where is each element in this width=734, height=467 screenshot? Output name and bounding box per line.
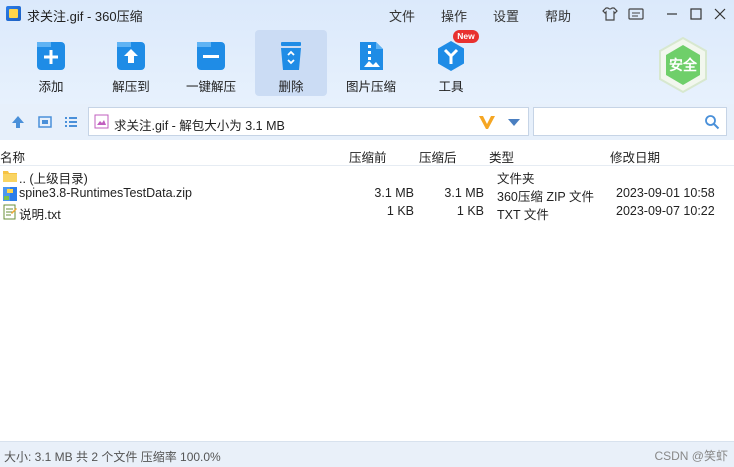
search-box[interactable] xyxy=(533,107,727,136)
file-unpacked-size: 1 KB xyxy=(456,204,484,218)
search-icon[interactable] xyxy=(704,114,720,130)
extract-to-icon xyxy=(114,39,148,73)
message-icon[interactable] xyxy=(626,4,646,24)
column-modified[interactable]: 修改日期 xyxy=(610,147,660,166)
toolbar-delete-label: 删除 xyxy=(278,80,304,94)
file-packed-size: 3.1 MB xyxy=(374,186,414,200)
text-file-icon xyxy=(2,204,18,220)
file-type: TXT 文件 xyxy=(497,208,549,222)
thumbnail-view-icon[interactable] xyxy=(37,114,53,130)
file-row-txt[interactable]: 说明.txt 1 KB 1 KB TXT 文件 2023-09-07 10:22 xyxy=(0,203,734,222)
column-name[interactable]: 名称 xyxy=(0,147,25,166)
search-input[interactable] xyxy=(538,112,698,131)
recycle-delete-icon xyxy=(274,39,308,73)
add-icon xyxy=(34,39,68,73)
skin-shirt-icon[interactable] xyxy=(600,4,620,24)
file-row-zip[interactable]: spine3.8-RuntimesTestData.zip 3.1 MB 3.1… xyxy=(0,185,734,204)
toolbar-one-click-extract-button[interactable]: 一键解压 xyxy=(175,30,247,96)
menu-operation[interactable]: 操作 xyxy=(441,6,467,25)
toolbar-tools-label: 工具 xyxy=(438,80,464,94)
column-unpacked[interactable]: 压缩后 xyxy=(419,147,457,166)
minimize-icon[interactable] xyxy=(662,4,682,24)
toolbar-delete-button[interactable]: 删除 xyxy=(255,30,327,96)
column-packed[interactable]: 压缩前 xyxy=(349,147,387,166)
app-window: 求关注.gif - 360压缩 文件 操作 设置 帮助 添加 解压到 一键解压 … xyxy=(0,0,734,467)
status-summary: 大小: 3.1 MB 共 2 个文件 压缩率 100.0% xyxy=(4,450,221,464)
file-row-parent[interactable]: .. (上级目录) 文件夹 xyxy=(0,167,734,186)
menu-file[interactable]: 文件 xyxy=(389,6,415,25)
file-modified: 2023-09-07 10:22 xyxy=(616,204,715,218)
toolbar-add-button[interactable]: 添加 xyxy=(15,30,87,96)
file-unpacked-size: 3.1 MB xyxy=(444,186,484,200)
address-path: 求关注.gif - 解包大小为 3.1 MB xyxy=(114,119,285,133)
toolbar-image-compress-label: 图片压缩 xyxy=(345,80,396,94)
list-view-icon[interactable] xyxy=(63,114,79,130)
title-bar: 求关注.gif - 360压缩 文件 操作 设置 帮助 xyxy=(0,0,734,28)
verified-v-icon[interactable] xyxy=(478,114,496,130)
menu-settings[interactable]: 设置 xyxy=(493,6,519,25)
image-compress-icon xyxy=(354,39,388,73)
file-name: spine3.8-RuntimesTestData.zip xyxy=(19,186,192,200)
window-title: 求关注.gif - 360压缩 xyxy=(27,9,143,24)
menu-help[interactable]: 帮助 xyxy=(545,6,571,25)
column-type[interactable]: 类型 xyxy=(489,147,514,166)
one-click-extract-icon xyxy=(194,39,228,73)
up-arrow-icon[interactable] xyxy=(10,114,26,130)
folder-icon xyxy=(2,168,18,184)
status-bar: 大小: 3.1 MB 共 2 个文件 压缩率 100.0% CSDN @笑虾 xyxy=(0,441,734,467)
toolbar-add-label: 添加 xyxy=(38,80,64,94)
tools-icon xyxy=(434,39,468,73)
file-list-header: 名称 压缩前 压缩后 类型 修改日期 xyxy=(0,142,734,166)
maximize-icon[interactable] xyxy=(686,4,706,24)
top-band: 求关注.gif - 360压缩 文件 操作 设置 帮助 添加 解压到 一键解压 … xyxy=(0,0,734,104)
file-packed-size: 1 KB xyxy=(386,204,414,218)
gif-file-icon xyxy=(94,114,109,129)
app-logo-icon xyxy=(6,6,21,21)
new-badge: New xyxy=(453,30,479,43)
address-bar[interactable]: 求关注.gif - 解包大小为 3.1 MB xyxy=(88,107,529,136)
file-modified: 2023-09-01 10:58 xyxy=(616,186,715,200)
zip-file-icon xyxy=(2,186,18,202)
address-row: 求关注.gif - 解包大小为 3.1 MB xyxy=(0,104,734,140)
chevron-down-icon[interactable] xyxy=(507,117,521,127)
close-icon[interactable] xyxy=(710,4,730,24)
toolbar-extract-to-label: 解压到 xyxy=(112,80,150,94)
toolbar-one-click-extract-label: 一键解压 xyxy=(185,80,236,94)
watermark: CSDN @笑虾 xyxy=(654,449,728,463)
toolbar-extract-to-button[interactable]: 解压到 xyxy=(95,30,167,96)
safe-label: 安全 xyxy=(669,57,697,73)
file-name: 说明.txt xyxy=(19,208,61,222)
toolbar-image-compress-button[interactable]: 图片压缩 xyxy=(335,30,407,96)
